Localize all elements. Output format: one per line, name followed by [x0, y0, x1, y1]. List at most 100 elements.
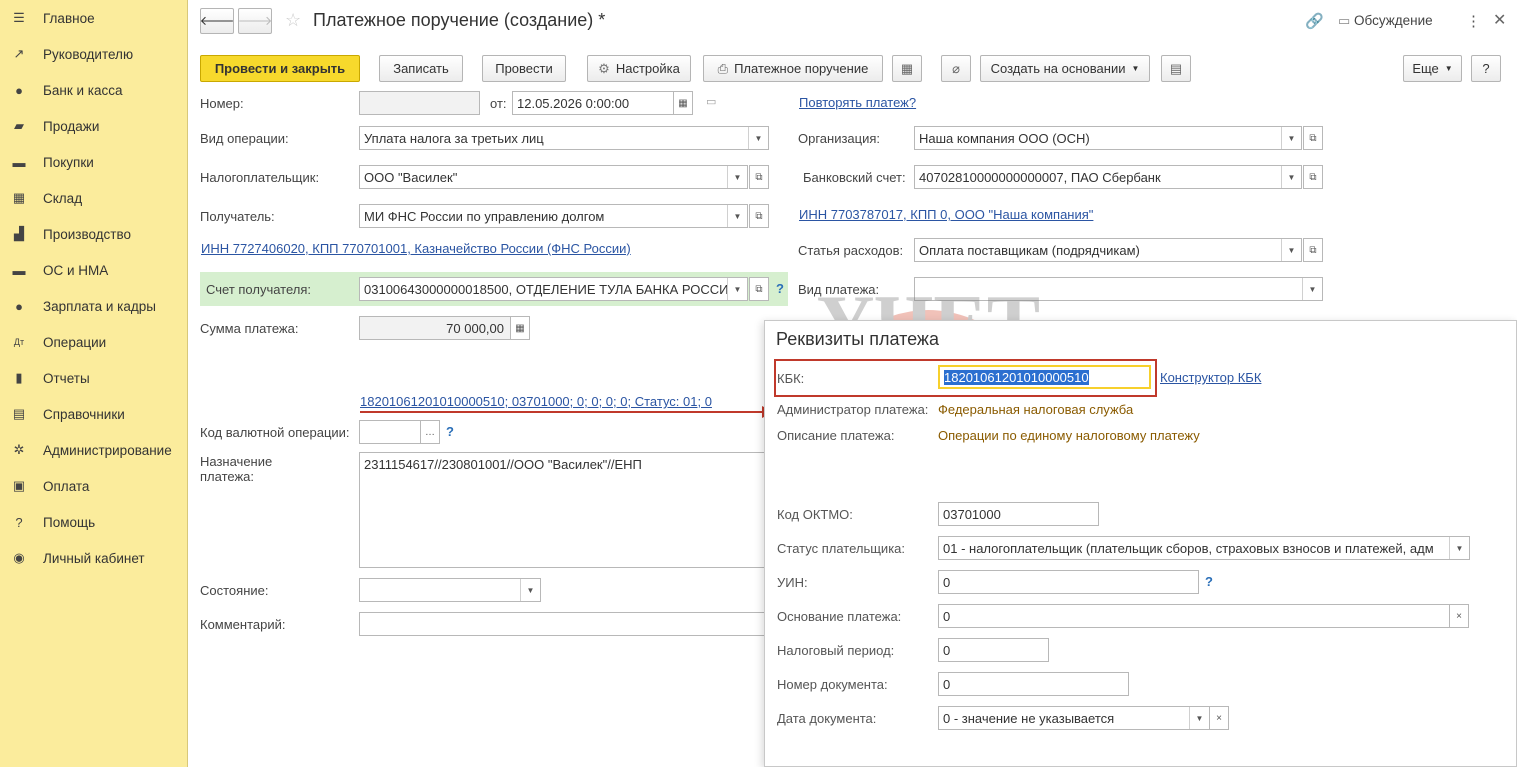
- create-based-on-button[interactable]: Создать на основании ▼: [980, 55, 1150, 82]
- uin-field[interactable]: 0: [938, 570, 1199, 594]
- close-icon[interactable]: ✕: [1493, 10, 1506, 30]
- purpose-textarea[interactable]: 2311154617//230801001//ООО "Василек"//ЕН…: [359, 452, 769, 568]
- sidebar-item-references[interactable]: ▤ Справочники: [0, 396, 188, 432]
- payment-type-select[interactable]: ▼: [914, 277, 1323, 301]
- open-organization-button[interactable]: ⧉: [1303, 126, 1323, 150]
- payer-status-select[interactable]: 01 - налогоплательщик (плательщик сборов…: [938, 536, 1470, 560]
- oktmo-field[interactable]: 03701000: [938, 502, 1099, 526]
- print-payment-order-button[interactable]: ⎙ Платежное поручение: [703, 55, 883, 82]
- open-recipient-account-button[interactable]: ⧉: [749, 277, 769, 301]
- sidebar-item-admin[interactable]: ✲ Администрирование: [0, 432, 188, 468]
- currency-code-select-button[interactable]: …: [420, 420, 440, 444]
- chevron-down-icon[interactable]: ▼: [1189, 707, 1209, 729]
- currency-code-help-icon[interactable]: ?: [446, 424, 454, 439]
- sidebar-item-sales[interactable]: ▰ Продажи: [0, 108, 188, 144]
- sidebar-item-purchases[interactable]: ▬ Покупки: [0, 144, 188, 180]
- recipient-account-select[interactable]: 03100643000000018500, ОТДЕЛЕНИЕ ТУЛА БАН…: [359, 277, 748, 301]
- state-select[interactable]: ▼: [359, 578, 541, 602]
- more-vertical-icon[interactable]: ⋮: [1466, 12, 1481, 30]
- payment-basis-field[interactable]: 0: [938, 604, 1450, 628]
- kbk-field[interactable]: 18201061201010000510: [938, 365, 1151, 389]
- sidebar-item-assets[interactable]: ▬ ОС и НМА: [0, 252, 188, 288]
- forward-button[interactable]: 🡒: [238, 8, 272, 34]
- chevron-down-icon[interactable]: ▼: [1302, 278, 1322, 300]
- open-expense-button[interactable]: ⧉: [1303, 238, 1323, 262]
- from-label: от:: [490, 96, 507, 111]
- organization-inn-link[interactable]: ИНН 7703787017, КПП 0, ООО "Наша компани…: [799, 207, 1093, 222]
- document-date-select[interactable]: 0 - значение не указывается ▼: [938, 706, 1210, 730]
- debit-credit-icon: Дт: [13, 337, 25, 347]
- chevron-down-icon[interactable]: ▼: [727, 278, 747, 300]
- open-taxpayer-button[interactable]: ⧉: [749, 165, 769, 189]
- chevron-down-icon[interactable]: ▼: [1281, 127, 1301, 149]
- calendar-button[interactable]: ▦: [673, 91, 693, 115]
- bank-account-label: Банковский счет:: [803, 170, 906, 185]
- sidebar-item-operations[interactable]: Дт Операции: [0, 324, 188, 360]
- kbk-constructor-link[interactable]: Конструктор КБК: [1160, 370, 1261, 385]
- books-icon: ▤: [12, 406, 26, 421]
- post-and-close-button[interactable]: Провести и закрыть: [200, 55, 360, 82]
- chevron-down-icon[interactable]: ▼: [727, 205, 747, 227]
- amount-field[interactable]: 70 000,00: [359, 316, 511, 340]
- discussion-icon: ▭: [1338, 13, 1351, 28]
- sidebar-item-main[interactable]: ☰ Главное: [0, 0, 188, 36]
- open-recipient-button[interactable]: ⧉: [749, 204, 769, 228]
- settings-button[interactable]: ⚙ Настройка: [587, 55, 691, 82]
- post-button[interactable]: Провести: [482, 55, 566, 82]
- chevron-down-icon[interactable]: ▼: [520, 579, 540, 601]
- comment-field[interactable]: [359, 612, 769, 636]
- document-date-clear-button[interactable]: ×: [1209, 706, 1229, 730]
- chevron-down-icon[interactable]: ▼: [1281, 239, 1301, 261]
- printer-icon: ⎙: [717, 60, 729, 76]
- taxpayer-select[interactable]: ООО "Василек" ▼: [359, 165, 748, 189]
- calculator-button[interactable]: ▦: [510, 316, 530, 340]
- chevron-down-icon[interactable]: ▼: [1281, 166, 1301, 188]
- sidebar-item-account[interactable]: ◉ Личный кабинет: [0, 540, 188, 576]
- discussion-button[interactable]: Обсуждение: [1354, 13, 1433, 28]
- more-label: Еще: [1412, 61, 1439, 76]
- repeat-payment-link[interactable]: Повторять платеж?: [799, 95, 916, 110]
- back-button[interactable]: 🡐: [200, 8, 234, 34]
- bank-account-select[interactable]: 40702810000000000007, ПАО Сбербанк ▼: [914, 165, 1302, 189]
- sidebar-item-production[interactable]: ▟ Производство: [0, 216, 188, 252]
- journal-button[interactable]: ▤: [1161, 55, 1191, 82]
- recipient-account-help-icon[interactable]: ?: [776, 281, 784, 296]
- number-field[interactable]: [359, 91, 480, 115]
- tax-period-field[interactable]: 0: [938, 638, 1049, 662]
- sidebar-item-reports[interactable]: ▮ Отчеты: [0, 360, 188, 396]
- sidebar-item-bank[interactable]: ● Банк и касса: [0, 72, 188, 108]
- chevron-down-icon[interactable]: ▼: [748, 127, 768, 149]
- document-number-field[interactable]: 0: [938, 672, 1129, 696]
- account-icon: ◉: [13, 550, 25, 565]
- more-button[interactable]: Еще ▼: [1403, 55, 1462, 82]
- favorite-star-icon[interactable]: ☆: [285, 10, 301, 31]
- structure-button[interactable]: ▦: [892, 55, 922, 82]
- amount-label: Сумма платежа:: [200, 321, 299, 336]
- currency-code-field[interactable]: [359, 420, 421, 444]
- recipient-select[interactable]: МИ ФНС России по управлению долгом ▼: [359, 204, 748, 228]
- uin-help-icon[interactable]: ?: [1205, 574, 1213, 589]
- payment-basis-clear-button[interactable]: ×: [1449, 604, 1469, 628]
- expense-select[interactable]: Оплата поставщикам (подрядчикам) ▼: [914, 238, 1302, 262]
- save-button[interactable]: Записать: [379, 55, 463, 82]
- payment-icon: ▣: [12, 478, 26, 493]
- main-area: 🡐 🡒 ☆ Платежное поручение (создание) * 🔗…: [188, 0, 1517, 767]
- keyboard-icon[interactable]: ▭: [706, 95, 716, 108]
- calculator-icon: ▦: [515, 322, 525, 334]
- organization-select[interactable]: Наша компания ООО (ОСН) ▼: [914, 126, 1302, 150]
- link-icon[interactable]: 🔗: [1305, 12, 1324, 30]
- sidebar-item-label: Покупки: [43, 154, 94, 170]
- recipient-inn-link[interactable]: ИНН 7727406020, КПП 770701001, Казначейс…: [201, 241, 631, 256]
- operation-select[interactable]: Уплата налога за третьих лиц ▼: [359, 126, 769, 150]
- chevron-down-icon[interactable]: ▼: [727, 166, 747, 188]
- sidebar-item-salary[interactable]: ● Зарплата и кадры: [0, 288, 188, 324]
- attach-button[interactable]: ⌀: [941, 55, 971, 82]
- sidebar-item-manager[interactable]: ↗ Руководителю: [0, 36, 188, 72]
- sidebar-item-warehouse[interactable]: ▦ Склад: [0, 180, 188, 216]
- sidebar-item-help[interactable]: ? Помощь: [0, 504, 188, 540]
- sidebar-item-payment[interactable]: ▣ Оплата: [0, 468, 188, 504]
- open-bank-account-button[interactable]: ⧉: [1303, 165, 1323, 189]
- chevron-down-icon[interactable]: ▼: [1449, 537, 1469, 559]
- help-button[interactable]: ?: [1471, 55, 1501, 82]
- date-field[interactable]: 12.05.2026 0:00:00: [512, 91, 674, 115]
